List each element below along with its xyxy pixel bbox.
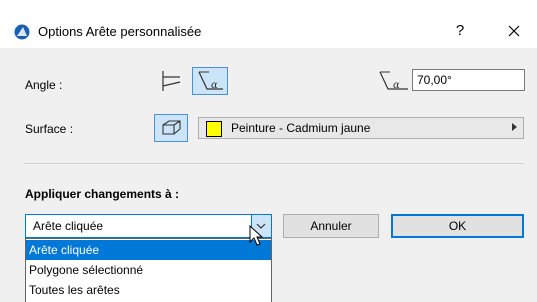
cancel-button[interactable]: Annuler bbox=[283, 214, 379, 238]
window-title: Options Arête personnalisée bbox=[38, 24, 202, 39]
surface-pickup-button[interactable] bbox=[154, 114, 188, 142]
angle-corner-icon bbox=[162, 71, 181, 91]
angle-label: Angle : bbox=[25, 78, 63, 92]
ok-button[interactable]: OK bbox=[391, 214, 524, 238]
angle-value-icon: α bbox=[379, 71, 408, 91]
surface-label: Surface : bbox=[25, 122, 74, 136]
apply-to-selected-value: Arête cliquée bbox=[33, 219, 104, 233]
mouse-cursor-icon bbox=[249, 225, 264, 246]
svg-text:α: α bbox=[211, 80, 218, 91]
angle-value-input[interactable]: 70,00° bbox=[412, 69, 525, 91]
apply-changes-label: Appliquer changements à : bbox=[25, 187, 180, 201]
apply-to-dropdown-list: Arête cliquée Polygone sélectionné Toute… bbox=[25, 238, 272, 302]
separator bbox=[24, 163, 524, 164]
surface-material-name: Peinture - Cadmium jaune bbox=[231, 121, 371, 135]
apply-to-combo[interactable]: Arête cliquée bbox=[25, 214, 272, 238]
angle-alpha-button[interactable]: α bbox=[192, 67, 228, 95]
close-icon[interactable] bbox=[500, 18, 528, 44]
angle-alpha-icon: α bbox=[198, 71, 223, 91]
app-icon bbox=[14, 24, 30, 40]
title-bar: Options Arête personnalisée ? bbox=[0, 0, 537, 48]
angle-corner-button[interactable] bbox=[157, 67, 185, 95]
surface-pickup-icon bbox=[162, 120, 181, 135]
dropdown-option-clicked-edge[interactable]: Arête cliquée bbox=[26, 240, 271, 260]
material-color-swatch bbox=[206, 121, 222, 137]
svg-text:α: α bbox=[393, 80, 400, 91]
custom-edge-options-dialog: Options Arête personnalisée ? Angle : α … bbox=[0, 0, 537, 302]
submenu-arrow-icon bbox=[512, 123, 517, 131]
surface-material-selector[interactable]: Peinture - Cadmium jaune bbox=[198, 117, 524, 139]
dropdown-option-all-edges[interactable]: Toutes les arêtes bbox=[26, 280, 271, 300]
dropdown-option-selected-polygon[interactable]: Polygone sélectionné bbox=[26, 260, 271, 280]
help-icon[interactable]: ? bbox=[450, 20, 470, 42]
